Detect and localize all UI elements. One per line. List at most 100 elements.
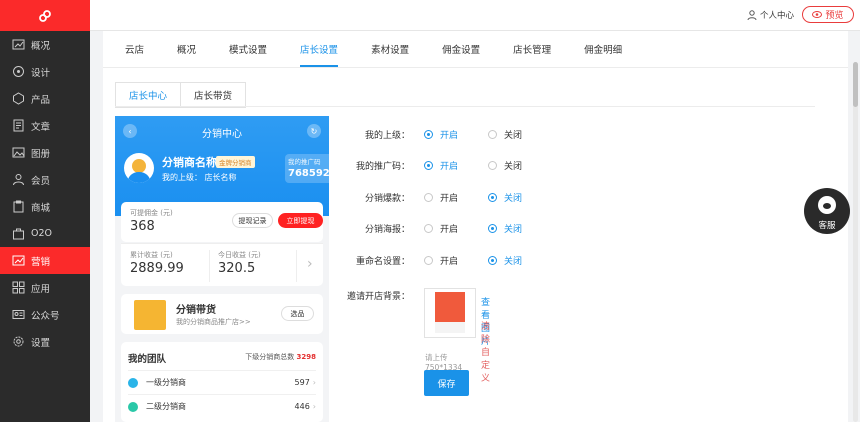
sidebar-item-label: 公众号 — [31, 310, 60, 322]
divider — [209, 250, 210, 282]
tab[interactable]: 素材设置 — [371, 42, 409, 67]
clipboard-icon — [13, 200, 24, 213]
team-row[interactable]: 二级分销商 446 › — [128, 394, 316, 418]
service-label: 客服 — [818, 221, 836, 231]
sidebar-item-label: 产品 — [31, 94, 51, 106]
tab[interactable]: 店长管理 — [513, 42, 551, 67]
bg-row: 邀请开店背景： — [340, 287, 410, 303]
sidebar-item-label: 概况 — [31, 40, 51, 52]
setting-row: 我的推广码： 开启 关闭 — [340, 158, 538, 174]
customer-service-button[interactable]: 客服 — [804, 188, 850, 234]
preview-button[interactable]: 预览 — [802, 6, 854, 23]
level-badge: 金牌分销商 — [216, 156, 255, 168]
sidebar-item[interactable]: 文章 — [0, 112, 90, 139]
tab[interactable]: 店长设置 — [300, 42, 339, 67]
shop-icon — [134, 300, 166, 330]
bg-label: 邀请开店背景： — [346, 291, 410, 302]
radio-label: 关闭 — [504, 225, 523, 235]
sidebar-item[interactable]: 商城 — [0, 193, 90, 220]
preview-label: 预览 — [825, 11, 844, 21]
grid-icon — [12, 281, 25, 294]
team-total-value: 3298 — [296, 353, 316, 361]
logo[interactable] — [0, 0, 90, 31]
radio-off[interactable]: 关闭 — [488, 159, 538, 172]
palette-icon — [13, 66, 24, 77]
radio-on[interactable]: 开启 — [424, 222, 474, 235]
goods-card[interactable]: 分销带货 我的分销商品推广店>> 选品 — [121, 294, 323, 334]
tab[interactable]: 概况 — [177, 42, 196, 67]
sidebar-item-label: 会员 — [31, 175, 51, 187]
save-button[interactable]: 保存 — [424, 370, 469, 396]
radio-on[interactable]: 开启 — [424, 254, 474, 267]
setting-row: 分销海报： 开启 关闭 — [340, 221, 538, 237]
radio-off[interactable]: 关闭 — [488, 254, 538, 267]
sidebar-item[interactable]: O2O — [0, 220, 90, 247]
sidebar-item[interactable]: 公众号 — [0, 301, 90, 328]
radio-on[interactable]: 开启 — [424, 159, 474, 172]
radio-off[interactable]: 关闭 — [488, 128, 538, 141]
tab[interactable]: 佣金设置 — [442, 42, 480, 67]
user-center-label: 个人中心 — [759, 11, 794, 21]
sidebar-item[interactable]: 应用 — [0, 274, 90, 301]
sidebar-item[interactable]: 概况 — [0, 31, 90, 58]
sidebar-item-label: 设计 — [31, 67, 51, 79]
radio-label: 关闭 — [504, 130, 523, 141]
team-total: 下级分销商总数 3298 — [245, 352, 316, 362]
promo-code-value: 7685920 — [288, 168, 329, 179]
sidebar-item[interactable]: 营销 — [0, 247, 90, 274]
team-row[interactable]: 一级分销商 597 › — [128, 370, 316, 394]
tab[interactable]: 模式设置 — [229, 42, 267, 67]
chevron-right-icon[interactable]: › — [307, 256, 313, 272]
sidebar-item[interactable]: 设置 — [0, 328, 90, 355]
logo-icon — [39, 9, 51, 22]
level-icon — [128, 401, 138, 412]
radio-label: 开启 — [440, 130, 459, 141]
withdraw-value: 368 — [130, 219, 155, 234]
withdraw-record-button[interactable]: 提现记录 — [232, 213, 273, 228]
phone-title: 分销中心 — [202, 129, 242, 140]
tab[interactable]: 云店 — [125, 42, 144, 67]
user-center-link[interactable]: 个人中心 — [747, 9, 794, 21]
scrollbar[interactable] — [853, 62, 858, 422]
setting-label: 分销爆款： — [364, 193, 410, 204]
sidebar-item-label: 文章 — [31, 121, 51, 133]
clear-custom-link[interactable]: 清除自定义 — [481, 319, 490, 384]
refresh-icon[interactable]: ↻ — [307, 124, 321, 138]
level-icon — [128, 377, 138, 388]
promo-code-box: 我的推广码 7685920 — [285, 154, 329, 183]
radio-off[interactable]: 关闭 — [488, 222, 538, 235]
eye-icon — [812, 11, 823, 18]
withdraw-now-button[interactable]: 立即提现 — [278, 213, 323, 228]
team-row-count: 446 — [294, 402, 310, 411]
bg-thumbnail[interactable] — [424, 288, 476, 338]
setting-label: 分销海报： — [364, 225, 410, 235]
sub-tab-bar: 店长中心 店长带货 — [115, 82, 247, 108]
total-income-value: 2889.99 — [130, 261, 184, 276]
radio-icon — [424, 255, 433, 265]
sidebar-item[interactable]: 设计 — [0, 58, 90, 85]
sub-tab[interactable]: 店长带货 — [181, 83, 245, 107]
scrollbar-thumb[interactable] — [853, 62, 858, 107]
sidebar-item[interactable]: 产品 — [0, 85, 90, 112]
sub-tab[interactable]: 店长中心 — [116, 83, 182, 107]
sidebar-item[interactable]: 会员 — [0, 166, 90, 193]
team-row-count: 597 — [294, 378, 310, 387]
radio-on[interactable]: 开启 — [424, 128, 474, 141]
tab[interactable]: 佣金明细 — [584, 42, 622, 67]
chart-icon — [12, 39, 25, 50]
sidebar-item-label: 应用 — [31, 283, 51, 295]
setting-label: 重命名设置： — [355, 256, 410, 267]
image-icon — [12, 147, 25, 158]
radio-off[interactable]: 关闭 — [488, 191, 538, 204]
sidebar-item-label: O2O — [31, 228, 52, 239]
main-panel: 云店 概况 模式设置 店长设置 素材设置 佣金设置 店长管理 佣金明细 店长中心 店长带货 ‹ … — [103, 31, 848, 422]
setting-label: 我的推广码： — [355, 162, 410, 172]
radio-icon — [424, 161, 433, 170]
radio-on[interactable]: 开启 — [424, 191, 474, 204]
user-icon — [13, 174, 24, 186]
service-avatar-icon — [818, 196, 836, 214]
radio-label: 关闭 — [504, 256, 523, 267]
sidebar-item[interactable]: 图册 — [0, 139, 90, 166]
pick-products-button[interactable]: 选品 — [281, 306, 314, 321]
sidebar-item-label: 图册 — [31, 148, 51, 160]
